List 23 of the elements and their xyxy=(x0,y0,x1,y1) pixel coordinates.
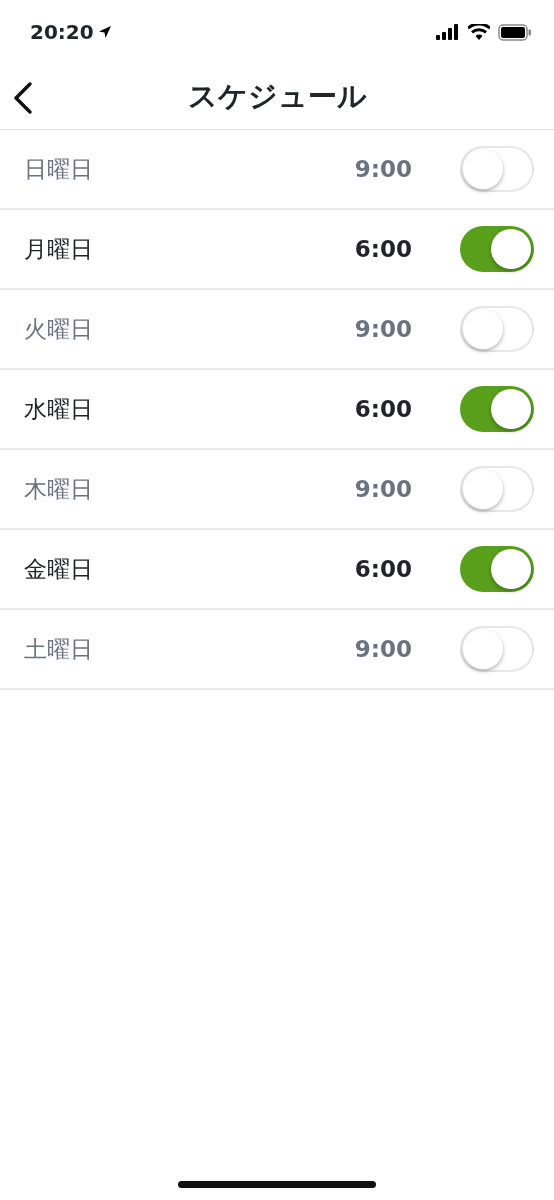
day-label: 水曜日 xyxy=(24,394,94,424)
battery-icon xyxy=(498,23,532,41)
day-label: 火曜日 xyxy=(24,314,94,344)
alarm-time[interactable]: 9:00 xyxy=(354,471,412,507)
alarm-time[interactable]: 9:00 xyxy=(354,311,412,347)
location-arrow-icon xyxy=(97,25,112,39)
page-title: スケジュール xyxy=(187,77,367,115)
alarm-time[interactable]: 6:00 xyxy=(354,551,412,587)
toggle-switch[interactable] xyxy=(460,226,534,272)
day-label: 土曜日 xyxy=(24,634,94,664)
day-label: 金曜日 xyxy=(24,554,94,584)
signal-icon xyxy=(436,24,460,40)
wifi-icon xyxy=(468,24,490,40)
day-label: 日曜日 xyxy=(24,154,94,184)
alarm-time[interactable]: 9:00 xyxy=(354,631,412,667)
alarm-time[interactable]: 6:00 xyxy=(354,391,412,427)
toggle-switch[interactable] xyxy=(460,546,534,592)
day-label: 木曜日 xyxy=(24,474,94,504)
alarm-time[interactable]: 6:00 xyxy=(354,231,412,267)
status-time: 20:20 xyxy=(30,19,94,46)
toggle-switch[interactable] xyxy=(460,386,534,432)
day-label: 月曜日 xyxy=(24,234,94,264)
alarm-time[interactable]: 9:00 xyxy=(354,151,412,187)
